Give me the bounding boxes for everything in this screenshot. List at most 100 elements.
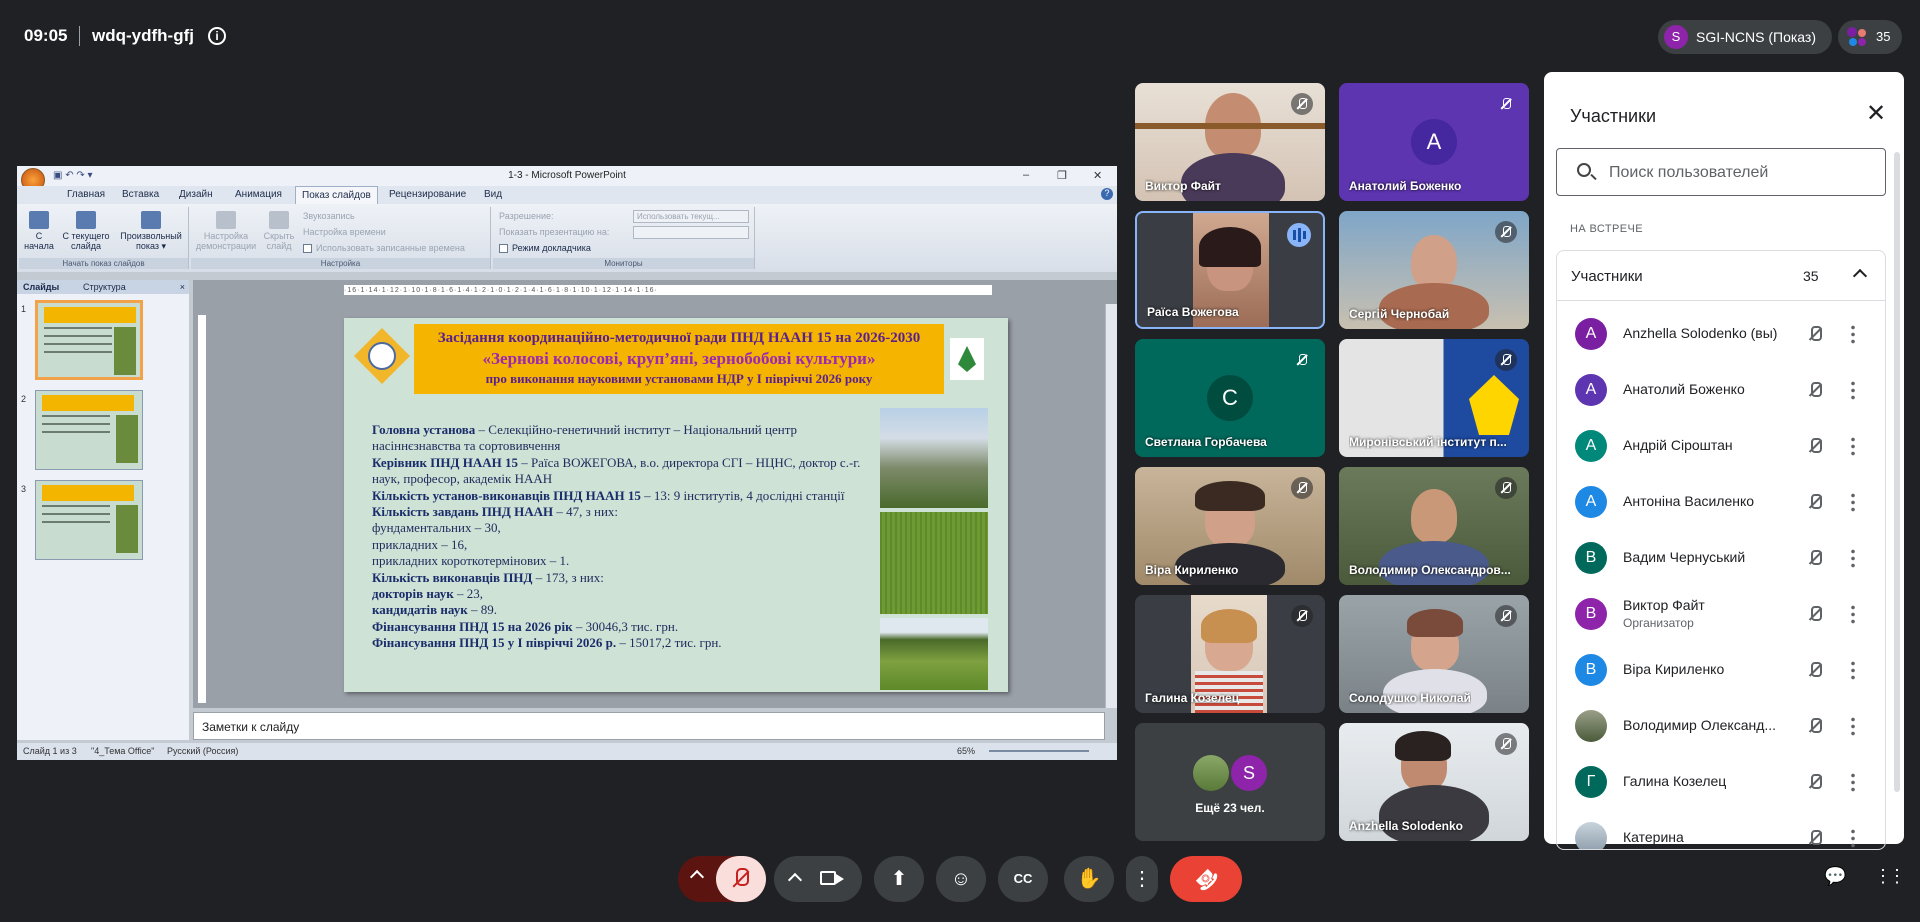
muted-mic-icon[interactable] <box>1805 324 1825 344</box>
participants-count-button[interactable]: 35 <box>1838 20 1902 54</box>
participant-row[interactable]: A Anzhella Solodenko (вы) <box>1557 306 1885 362</box>
slide-line: Головна установа – Селекційно-генетичний… <box>372 422 798 454</box>
shared-screen-powerpoint: ▣ ↶ ↷ ▾ 1-3 - Microsoft PowerPoint – ❐ ✕… <box>17 166 1117 760</box>
chevron-up-icon[interactable] <box>787 872 803 888</box>
tile-name: Віра Кириленко <box>1145 563 1239 577</box>
more-options-icon[interactable] <box>1851 380 1855 400</box>
checkbox-icon <box>499 244 508 254</box>
section-label: НА ВСТРЕЧЕ <box>1570 223 1643 235</box>
more-participants-tile[interactable]: S Ещё 23 чел. <box>1135 723 1325 841</box>
participant-row[interactable]: В Вадим Чернуський <box>1557 530 1885 586</box>
muted-mic-icon[interactable] <box>1805 772 1825 792</box>
video-tile[interactable]: Солодушко Николай <box>1339 595 1529 713</box>
present-screen-button[interactable]: ⬆ <box>874 856 924 902</box>
vertical-ruler <box>197 314 207 704</box>
video-tile[interactable]: Anzhella Solodenko <box>1339 723 1529 841</box>
slide-thumbnail-3 <box>35 480 143 560</box>
notes-placeholder: Заметки к слайду <box>202 720 300 734</box>
more-options-icon[interactable] <box>1851 324 1855 344</box>
muted-mic-icon[interactable] <box>1805 492 1825 512</box>
video-tile[interactable]: С Светлана Горбачева <box>1135 339 1325 457</box>
video-tile[interactable]: Галина Козелец <box>1135 595 1325 713</box>
more-options-icon[interactable] <box>1851 660 1855 680</box>
participant-row[interactable]: В Виктор Файт Организатор <box>1557 586 1885 642</box>
ppt-tab-slideshow: Показ слайдов <box>295 186 378 204</box>
thumb-number: 3 <box>21 484 27 494</box>
tile-name: Миронівський інститут п... <box>1349 435 1507 449</box>
help-icon: ? <box>1101 188 1113 200</box>
more-options-icon[interactable] <box>1851 772 1855 792</box>
ribbon-group-label: Настройка <box>191 258 490 269</box>
hide-slide-icon <box>269 211 289 229</box>
muted-mic-icon[interactable] <box>1805 436 1825 456</box>
chevron-up-icon[interactable] <box>689 869 705 885</box>
participant-row[interactable]: Г Галина Козелец <box>1557 754 1885 810</box>
video-tile[interactable]: А Анатолий Боженко <box>1339 83 1529 201</box>
more-options-button[interactable]: ⋮ <box>1126 856 1158 902</box>
emoji-reaction-button[interactable]: ☺ <box>936 856 986 902</box>
slide-line: кандидатів наук – 89. <box>372 602 497 618</box>
raise-hand-button[interactable]: ✋ <box>1064 856 1114 902</box>
participant-row[interactable]: А Антоніна Василенко <box>1557 474 1885 530</box>
slide-thumbnail-2 <box>35 390 143 470</box>
more-options-icon[interactable] <box>1851 492 1855 512</box>
participant-row[interactable]: Володимир Олександ... <box>1557 698 1885 754</box>
chat-icon[interactable]: 💬 <box>1824 866 1846 887</box>
participant-row[interactable]: В Віра Кириленко <box>1557 642 1885 698</box>
captions-button[interactable]: CC <box>998 856 1048 902</box>
camera-icon[interactable] <box>820 871 844 885</box>
more-options-icon[interactable] <box>1851 716 1855 736</box>
hide-slide-button: Скрыть слайд <box>261 211 297 251</box>
minimize-icon: – <box>1023 169 1030 181</box>
activities-icon[interactable]: ⋮⋮ <box>1874 866 1906 887</box>
participant-group-header[interactable]: Участники 35 <box>1557 251 1885 301</box>
participant-name: Anzhella Solodenko (вы) <box>1623 325 1778 341</box>
slide-header: Засідання координаційно-методичної ради … <box>414 324 944 394</box>
video-tile[interactable]: Віра Кириленко <box>1135 467 1325 585</box>
more-options-icon[interactable] <box>1851 604 1855 624</box>
muted-mic-icon <box>1291 477 1313 499</box>
show-on-label: Показать презентацию на: <box>499 227 610 237</box>
panel-scrollbar[interactable] <box>1894 152 1900 792</box>
muted-mic-icon[interactable] <box>1805 380 1825 400</box>
close-icon[interactable]: ✕ <box>1866 102 1886 126</box>
video-tile[interactable]: Сергій Чернобай <box>1339 211 1529 329</box>
emblem-icon <box>1469 375 1519 435</box>
video-tile[interactable]: Виктор Файт <box>1135 83 1325 201</box>
avatar: В <box>1575 542 1607 574</box>
from-current-button: С текущего слайда <box>61 211 111 251</box>
more-options-icon[interactable] <box>1851 436 1855 456</box>
avatar: A <box>1575 318 1607 350</box>
muted-mic-icon <box>1291 93 1313 115</box>
participant-name: Катерина <box>1623 829 1684 845</box>
muted-mic-icon[interactable] <box>1805 716 1825 736</box>
speaking-indicator-icon <box>1287 223 1311 247</box>
participant-row[interactable]: А Андрій Сіроштан <box>1557 418 1885 474</box>
participant-search-input[interactable]: Поиск пользователей <box>1556 148 1886 196</box>
leave-call-button[interactable]: ☎ <box>1170 856 1242 902</box>
tile-name: Володимир Олександров... <box>1349 563 1511 577</box>
close-pane-icon: × <box>179 282 185 292</box>
presenter-chip[interactable]: S SGI-NCNS (Показ) <box>1658 20 1832 54</box>
tile-name: Раїса Вожегова <box>1147 305 1239 319</box>
video-tile[interactable]: Миронівський інститут п... <box>1339 339 1529 457</box>
avatar: А <box>1575 486 1607 518</box>
video-tile[interactable]: Раїса Вожегова <box>1135 211 1325 329</box>
participant-row[interactable]: А Анатолий Боженко <box>1557 362 1885 418</box>
participant-name: Вадим Чернуський <box>1623 549 1746 565</box>
muted-mic-icon[interactable] <box>1805 548 1825 568</box>
more-options-icon[interactable] <box>1851 548 1855 568</box>
more-count-label: Ещё 23 чел. <box>1195 801 1265 815</box>
info-icon[interactable]: i <box>208 27 226 45</box>
mic-off-button[interactable] <box>716 856 766 902</box>
custom-show-icon <box>141 211 161 229</box>
avatar <box>1575 710 1607 742</box>
muted-mic-icon[interactable] <box>1805 604 1825 624</box>
tile-name: Виктор Файт <box>1145 179 1221 193</box>
slide-line: прикладних короткотермінових – 1. <box>372 553 570 569</box>
use-timings: Использовать записанные времена <box>303 243 465 254</box>
muted-mic-icon <box>1291 349 1313 371</box>
video-tile[interactable]: Володимир Олександров... <box>1339 467 1529 585</box>
muted-mic-icon[interactable] <box>1805 660 1825 680</box>
outline-tab: Структура <box>83 282 126 292</box>
